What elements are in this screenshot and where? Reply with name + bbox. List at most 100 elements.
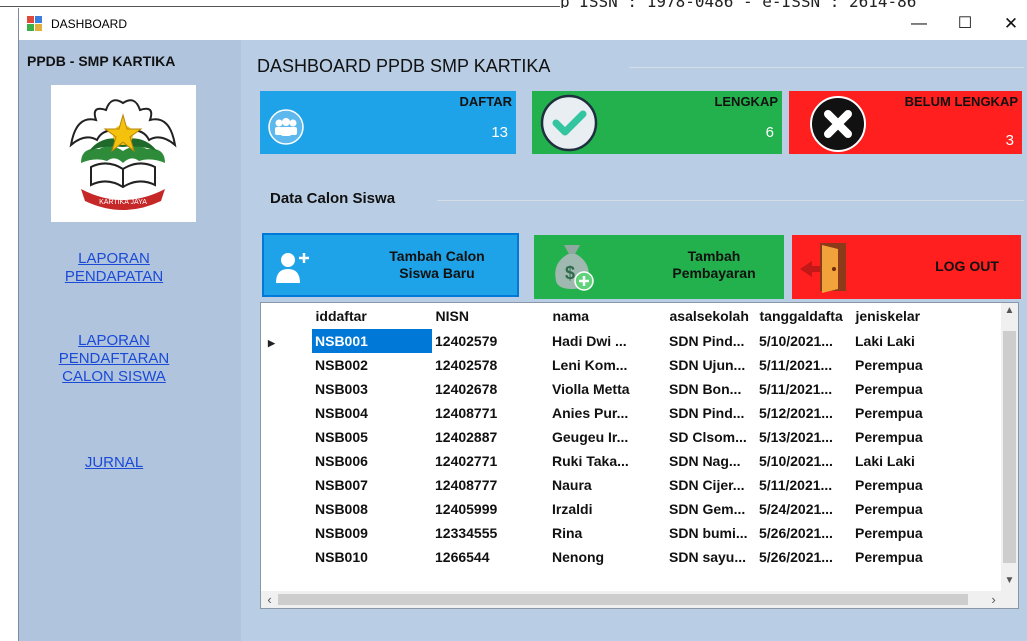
log-out-button[interactable]: LOG OUT: [792, 235, 1021, 299]
scroll-up-icon[interactable]: ▲: [1001, 305, 1018, 316]
row-header[interactable]: [261, 521, 312, 545]
cell-tanggaldaftar[interactable]: 5/13/2021...: [756, 425, 852, 449]
cell-asalsekolah[interactable]: SD Clsom...: [666, 425, 756, 449]
vertical-scroll-thumb[interactable]: [1003, 331, 1016, 563]
cell-asalsekolah[interactable]: SDN Ujun...: [666, 353, 756, 377]
cell-tanggaldaftar[interactable]: 5/11/2021...: [756, 473, 852, 497]
tambah-pembayaran-button[interactable]: $ Tambah Pembayaran: [534, 235, 784, 299]
cell-nama[interactable]: Nenong: [549, 545, 666, 569]
table-row[interactable]: NSB006 12402771 Ruki Taka... SDN Nag... 5/10…: [261, 449, 942, 473]
cell-nama[interactable]: Irzaldi: [549, 497, 666, 521]
row-header[interactable]: [261, 401, 312, 425]
cell-jeniskelamin[interactable]: Perempua: [852, 377, 942, 401]
column-header-nama[interactable]: nama: [549, 303, 667, 329]
cell-tanggaldaftar[interactable]: 5/11/2021...: [756, 353, 852, 377]
cell-iddaftar[interactable]: NSB008: [312, 497, 432, 521]
scroll-right-icon[interactable]: ›: [985, 591, 1002, 608]
cell-nama[interactable]: Ruki Taka...: [549, 449, 666, 473]
row-header[interactable]: [261, 497, 312, 521]
column-header-tanggaldaftar[interactable]: tanggaldafta: [756, 303, 853, 329]
column-header-jeniskelamin[interactable]: jeniskelar: [852, 303, 943, 329]
scroll-left-icon[interactable]: ‹: [261, 591, 278, 608]
row-header[interactable]: [261, 377, 312, 401]
cell-iddaftar[interactable]: NSB001: [312, 329, 432, 353]
cell-nisn[interactable]: 12402771: [432, 449, 549, 473]
cell-nama[interactable]: Naura: [549, 473, 666, 497]
cell-tanggaldaftar[interactable]: 5/11/2021...: [756, 377, 852, 401]
cell-iddaftar[interactable]: NSB005: [312, 425, 432, 449]
cell-tanggaldaftar[interactable]: 5/26/2021...: [756, 521, 852, 545]
cell-nama[interactable]: Anies Pur...: [549, 401, 666, 425]
table-row[interactable]: NSB004 12408771 Anies Pur... SDN Pind... 5/1…: [261, 401, 942, 425]
data-grid[interactable]: iddaftar NISN nama asalsekolah tanggalda…: [260, 302, 1019, 609]
cell-asalsekolah[interactable]: SDN Gem...: [666, 497, 756, 521]
cell-asalsekolah[interactable]: SDN Pind...: [666, 401, 756, 425]
table-row[interactable]: NSB007 12408777 Naura SDN Cijer... 5/11/2021…: [261, 473, 942, 497]
row-header[interactable]: [261, 353, 312, 377]
cell-nisn[interactable]: 12402579: [432, 329, 549, 353]
cell-iddaftar[interactable]: NSB010: [312, 545, 432, 569]
cell-asalsekolah[interactable]: SDN Bon...: [666, 377, 756, 401]
cell-nisn[interactable]: 12405999: [432, 497, 549, 521]
cell-iddaftar[interactable]: NSB007: [312, 473, 432, 497]
cell-nisn[interactable]: 12334555: [432, 521, 549, 545]
cell-jeniskelamin[interactable]: Laki Laki: [852, 449, 942, 473]
cell-iddaftar[interactable]: NSB006: [312, 449, 432, 473]
cell-nisn[interactable]: 12408771: [432, 401, 549, 425]
table-row[interactable]: ▶ NSB001 12402579 Hadi Dwi ... SDN Pind... 5/…: [261, 329, 942, 353]
tambah-calon-siswa-button[interactable]: Tambah Calon Siswa Baru: [262, 233, 519, 297]
cell-asalsekolah[interactable]: SDN Nag...: [666, 449, 756, 473]
cell-nisn[interactable]: 12402678: [432, 377, 549, 401]
cell-jeniskelamin[interactable]: Perempua: [852, 425, 942, 449]
cell-jeniskelamin[interactable]: Perempua: [852, 497, 942, 521]
cell-nisn[interactable]: 12402578: [432, 353, 549, 377]
vertical-scrollbar[interactable]: ▲ ▼: [1001, 303, 1018, 591]
cell-asalsekolah[interactable]: SDN Pind...: [666, 329, 756, 353]
row-header[interactable]: [261, 425, 312, 449]
table-row[interactable]: NSB002 12402578 Leni Kom... SDN Ujun... 5/11…: [261, 353, 942, 377]
cell-iddaftar[interactable]: NSB004: [312, 401, 432, 425]
column-header-iddaftar[interactable]: iddaftar: [312, 303, 433, 329]
cell-nama[interactable]: Hadi Dwi ...: [549, 329, 666, 353]
horizontal-scrollbar[interactable]: ‹ ›: [261, 591, 1002, 608]
cell-tanggaldaftar[interactable]: 5/26/2021...: [756, 545, 852, 569]
cell-jeniskelamin[interactable]: Perempua: [852, 545, 942, 569]
horizontal-scroll-thumb[interactable]: [278, 594, 968, 605]
sidebar-link-laporan-pendaftaran[interactable]: LAPORAN PENDAFTARAN CALON SISWA: [39, 332, 189, 386]
cell-asalsekolah[interactable]: SDN sayu...: [666, 545, 756, 569]
cell-nisn[interactable]: 12402887: [432, 425, 549, 449]
cell-iddaftar[interactable]: NSB002: [312, 353, 432, 377]
cell-nisn[interactable]: 1266544: [432, 545, 549, 569]
sidebar-link-laporan-pendapatan[interactable]: LAPORAN PENDAPATAN: [39, 250, 189, 286]
row-header[interactable]: [261, 449, 312, 473]
cell-iddaftar[interactable]: NSB009: [312, 521, 432, 545]
cell-jeniskelamin[interactable]: Perempua: [852, 521, 942, 545]
cell-tanggaldaftar[interactable]: 5/10/2021...: [756, 329, 852, 353]
cell-nama[interactable]: Violla Metta: [549, 377, 666, 401]
cell-jeniskelamin[interactable]: Perempua: [852, 401, 942, 425]
cell-asalsekolah[interactable]: SDN bumi...: [666, 521, 756, 545]
row-header[interactable]: ▶: [261, 329, 312, 353]
sidebar-link-jurnal[interactable]: JURNAL: [39, 454, 189, 472]
table-row[interactable]: NSB008 12405999 Irzaldi SDN Gem... 5/24/2021…: [261, 497, 942, 521]
cell-nama[interactable]: Rina: [549, 521, 666, 545]
maximize-button[interactable]: ☐: [942, 8, 988, 40]
cell-jeniskelamin[interactable]: Perempua: [852, 473, 942, 497]
table-row[interactable]: NSB009 12334555 Rina SDN bumi... 5/26/2021..…: [261, 521, 942, 545]
cell-iddaftar[interactable]: NSB003: [312, 377, 432, 401]
cell-asalsekolah[interactable]: SDN Cijer...: [666, 473, 756, 497]
minimize-button[interactable]: —: [896, 8, 942, 40]
column-header-nisn[interactable]: NISN: [432, 303, 550, 329]
cell-jeniskelamin[interactable]: Laki Laki: [852, 329, 942, 353]
table-row[interactable]: NSB005 12402887 Geugeu Ir... SD Clsom... 5/1…: [261, 425, 942, 449]
cell-nama[interactable]: Leni Kom...: [549, 353, 666, 377]
scroll-down-icon[interactable]: ▼: [1001, 575, 1018, 586]
table-row[interactable]: NSB003 12402678 Violla Metta SDN Bon... 5/11…: [261, 377, 942, 401]
cell-nama[interactable]: Geugeu Ir...: [549, 425, 666, 449]
cell-tanggaldaftar[interactable]: 5/12/2021...: [756, 401, 852, 425]
column-header-asalsekolah[interactable]: asalsekolah: [666, 303, 757, 329]
cell-nisn[interactable]: 12408777: [432, 473, 549, 497]
cell-tanggaldaftar[interactable]: 5/10/2021...: [756, 449, 852, 473]
row-header[interactable]: [261, 545, 312, 569]
row-header[interactable]: [261, 473, 312, 497]
